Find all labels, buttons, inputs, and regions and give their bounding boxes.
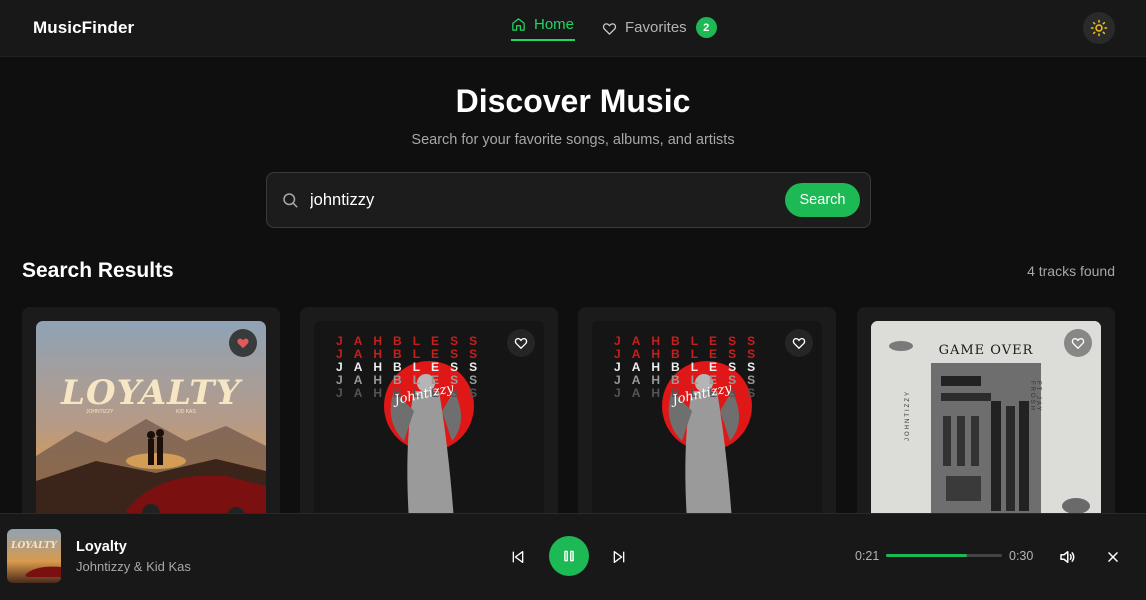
- previous-track-button[interactable]: [508, 547, 528, 567]
- album-art: GAME OVER JOHNTIZZY FT JAY FROSH: [871, 321, 1101, 537]
- results-heading: Search Results: [22, 259, 174, 282]
- favorite-toggle-button[interactable]: [507, 329, 535, 357]
- home-icon: [512, 18, 525, 31]
- play-pause-button[interactable]: [549, 536, 589, 576]
- heart-filled-icon: [237, 338, 249, 349]
- now-playing-thumbnail: LOYALTY: [7, 529, 61, 583]
- nav-favorites-link[interactable]: Favorites 2: [602, 17, 717, 38]
- volume-button[interactable]: [1057, 547, 1077, 567]
- nav-home-label: Home: [534, 16, 575, 33]
- search-icon: [283, 193, 298, 208]
- now-playing-artist: Johntizzy & Kid Kas: [76, 559, 191, 574]
- top-navbar: MusicFinder Home Favorites 2: [0, 0, 1146, 57]
- sun-icon: [1090, 19, 1108, 37]
- album-art: JJJJJ AAAAA HHHHH BBBBB LLLLL EEEEE SSSS…: [592, 321, 822, 537]
- track-card[interactable]: JJJJJ AAAAA HHHHH BBBBB LLLLL EEEEE SSSS…: [300, 307, 558, 537]
- heart-icon: [602, 22, 617, 35]
- favorites-count-badge: 2: [695, 17, 717, 38]
- skip-back-icon: [512, 551, 524, 563]
- close-icon: [1108, 552, 1118, 562]
- nav-home-link[interactable]: Home: [511, 16, 576, 41]
- search-bar: Search: [266, 172, 871, 228]
- close-player-button[interactable]: [1103, 547, 1123, 567]
- heart-outline-icon: [792, 337, 806, 350]
- search-input[interactable]: [310, 187, 770, 213]
- album-art-artist-left: JOHNTIZZY: [86, 409, 114, 415]
- favorite-toggle-button[interactable]: [785, 329, 813, 357]
- album-art-side-left: JOHNTIZZY: [905, 390, 911, 441]
- next-track-button[interactable]: [609, 547, 629, 567]
- heart-outline-icon: [1071, 337, 1085, 350]
- favorite-toggle-button[interactable]: [229, 329, 257, 357]
- page-title: Discover Music: [455, 83, 691, 119]
- now-playing-thumb-text: LOYALTY: [11, 541, 57, 551]
- page-subtitle: Search for your favorite songs, albums, …: [411, 132, 735, 148]
- now-playing-title: Loyalty: [76, 539, 127, 555]
- progress-bar[interactable]: [886, 554, 1002, 557]
- favorite-toggle-button[interactable]: [1064, 329, 1092, 357]
- total-time: 0:30: [1009, 549, 1034, 563]
- album-art-title: LOYALTY: [61, 373, 241, 413]
- search-button[interactable]: Search: [785, 183, 860, 217]
- brand-logo[interactable]: MusicFinder: [33, 18, 134, 38]
- album-art-artist-right: KID KAS: [176, 409, 196, 415]
- results-count: 4 tracks found: [1027, 263, 1115, 279]
- nav-favorites-label: Favorites: [625, 19, 687, 36]
- theme-toggle-button[interactable]: [1083, 12, 1115, 44]
- current-time: 0:21: [855, 549, 880, 563]
- track-card[interactable]: JJJJJ AAAAA HHHHH BBBBB LLLLL EEEEE SSSS…: [578, 307, 836, 537]
- progress-fill: [886, 554, 968, 557]
- track-card[interactable]: LOYALTY JOHNTIZZY KID KAS: [22, 307, 280, 537]
- heart-outline-icon: [514, 337, 528, 350]
- album-art: JJJJJ AAAAA HHHHH BBBBB LLLLL EEEEE SSSS…: [314, 321, 544, 537]
- volume-icon: [1060, 551, 1075, 563]
- skip-forward-icon: [613, 551, 625, 563]
- pause-icon: [564, 550, 574, 562]
- now-playing-bar: LOYALTY Loyalty Johntizzy & Kid Kas 0:21…: [0, 513, 1146, 600]
- album-art: LOYALTY JOHNTIZZY KID KAS: [36, 321, 266, 537]
- track-card[interactable]: GAME OVER JOHNTIZZY FT JAY FROSH: [857, 307, 1115, 537]
- album-art-side-right: FT JAY FROSH: [1029, 381, 1041, 413]
